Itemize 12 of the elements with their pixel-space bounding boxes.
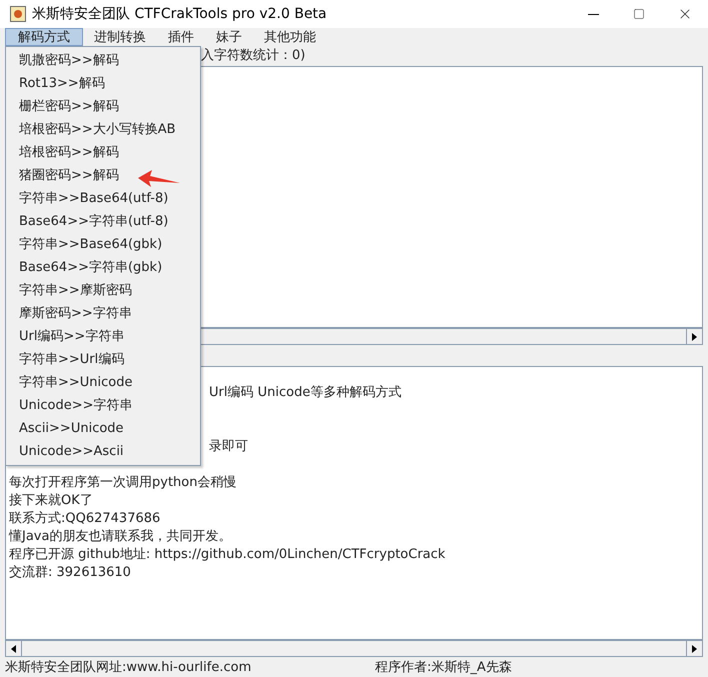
window-title: 米斯特安全团队 CTFCrakTools pro v2.0 Beta [32,4,327,24]
output-text: 联系方式:QQ627437686 [9,511,160,526]
panel-label: 入字符数统计：0) [201,47,306,66]
output-text: 每次打开程序第一次调用python会稍慢 [9,475,236,490]
output-text: 程序已开源 github地址: https://github.com/0Linchen/CTFcryptoCrack [9,547,446,562]
output-text: Url编码 Unicode等多种解码方式 [209,385,402,400]
status-text: 米斯特安全团队网址:www.hi-ourlife.com [5,658,252,677]
output-text: 接下来就OK了 [9,493,93,508]
output-text: 录即可 [209,439,248,454]
output-text: 懂Java的朋友也请联系我，共同开发。 [9,529,232,544]
status-text: 程序作者:米斯特_A先森 [375,658,512,677]
output-text: 交流群: 392613610 [9,565,131,580]
